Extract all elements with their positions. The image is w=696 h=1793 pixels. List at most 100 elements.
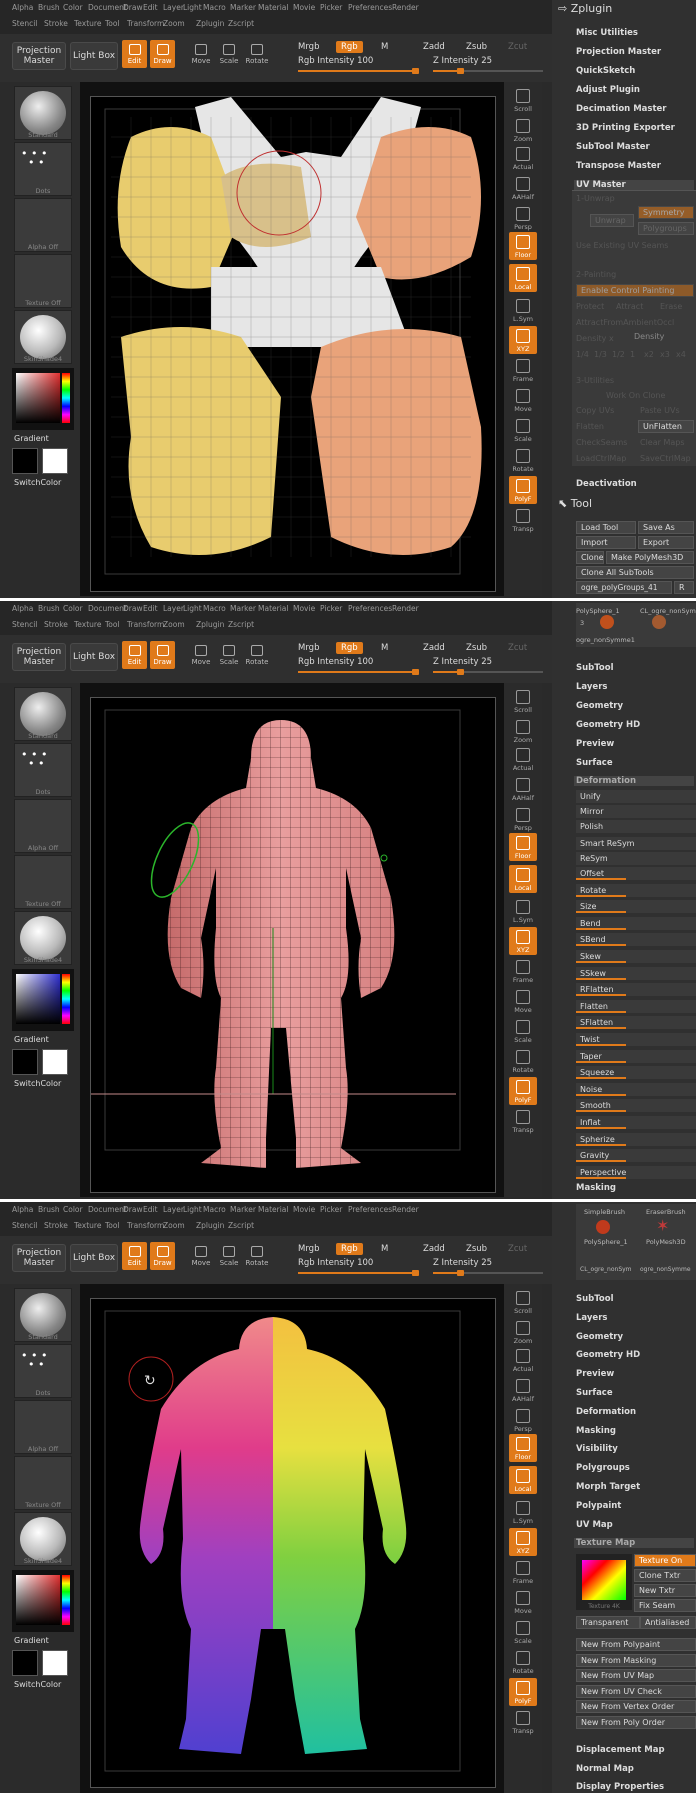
material-tile[interactable]: SkinShade4 — [14, 1512, 72, 1566]
density-x3[interactable]: x3 — [660, 350, 670, 359]
thumb-label[interactable]: EraserBrush — [646, 1208, 686, 1216]
shelf-persp[interactable]: Persp — [509, 1406, 537, 1434]
alpha-off-tile[interactable]: Alpha Off — [14, 1400, 72, 1454]
shelf-floor[interactable]: Floor — [509, 232, 537, 260]
document-area[interactable] — [90, 96, 496, 592]
copy-uvs-button[interactable]: Copy UVs — [576, 406, 614, 415]
menu-item[interactable]: Movie — [293, 604, 315, 613]
deform-slider-twist[interactable]: Twist — [576, 1033, 696, 1046]
z-intensity-slider-knob[interactable] — [456, 1270, 464, 1276]
deform-slider-skew[interactable]: Skew — [576, 950, 696, 963]
menu-item[interactable]: Picker — [320, 604, 342, 613]
density-x4[interactable]: x4 — [676, 350, 686, 359]
shelf-actual[interactable]: Actual — [509, 1346, 537, 1374]
clone-button[interactable]: Clone — [576, 551, 604, 564]
projection-master-button[interactable]: Projection Master — [12, 643, 66, 671]
menu-item[interactable]: Marker — [230, 604, 256, 613]
main-color-swatch[interactable] — [12, 1650, 38, 1676]
menu-item[interactable]: Transform — [127, 19, 164, 28]
menu-item[interactable]: Alpha — [12, 3, 33, 12]
shelf-aahalf[interactable]: AAHalf — [509, 1376, 537, 1404]
export-button[interactable]: Export — [638, 536, 694, 549]
edit-button[interactable]: Edit — [122, 40, 147, 68]
texture-map-header[interactable]: Texture Map — [574, 1538, 694, 1548]
density-one[interactable]: 1 — [630, 350, 635, 359]
zsub-toggle[interactable]: Zsub — [466, 1244, 487, 1254]
deform-slider-rflatten[interactable]: RFlatten — [576, 983, 696, 997]
shelf-xyz[interactable]: XYZ — [509, 927, 537, 955]
menu-item[interactable]: Light — [183, 1205, 202, 1214]
shelf-polyf[interactable]: PolyF — [509, 1678, 537, 1706]
z-intensity-slider[interactable] — [433, 1270, 543, 1276]
thumb-label[interactable]: CL_ogre_nonSym — [640, 607, 696, 615]
shelf-l-sym[interactable]: L.Sym — [509, 897, 537, 925]
uv-master-item[interactable]: UV Master — [574, 180, 694, 190]
hue-strip[interactable] — [62, 1575, 70, 1625]
menu-item[interactable]: Draw — [123, 1205, 143, 1214]
uv-map-item[interactable]: UV Map — [576, 1520, 613, 1530]
menu-item[interactable]: Draw — [123, 604, 143, 613]
display-properties-item[interactable]: Display Properties — [576, 1782, 664, 1792]
z-intensity-slider[interactable] — [433, 68, 543, 74]
menu-item[interactable]: Color — [63, 604, 83, 613]
rgb-intensity-slider-knob[interactable] — [412, 68, 419, 74]
paste-uvs-button[interactable]: Paste UVs — [640, 406, 680, 415]
new-txtr-button[interactable]: New Txtr — [634, 1584, 696, 1597]
draw-button[interactable]: Draw — [150, 641, 175, 669]
menu-item[interactable]: Tool — [105, 19, 120, 28]
rgb-toggle[interactable]: Rgb — [336, 41, 363, 53]
shelf-xyz[interactable]: XYZ — [509, 326, 537, 354]
menu-item[interactable]: Render — [392, 1205, 419, 1214]
menu-item[interactable]: Macro — [203, 1205, 226, 1214]
erase-button[interactable]: Erase — [660, 302, 682, 311]
deform-slider-bend[interactable]: Bend — [576, 916, 696, 930]
alpha-off-tile[interactable]: Alpha Off — [14, 799, 72, 853]
shelf-actual[interactable]: Actual — [509, 144, 537, 172]
clone-all-subtools-button[interactable]: Clone All SubTools — [576, 566, 694, 579]
normal-map-item[interactable]: Normal Map — [576, 1764, 634, 1774]
menu-item[interactable]: Light — [183, 604, 202, 613]
protect-button[interactable]: Protect — [576, 302, 604, 311]
fix-seam-button[interactable]: Fix Seam — [634, 1599, 696, 1612]
menu-item[interactable]: Material — [258, 604, 288, 613]
standard-brush-tile[interactable]: Standard — [14, 687, 72, 741]
import-button[interactable]: Import — [576, 536, 636, 549]
gradient-label[interactable]: Gradient — [14, 1035, 49, 1044]
menu-item[interactable]: Stroke — [44, 1221, 68, 1230]
gradient-label[interactable]: Gradient — [14, 434, 49, 443]
texture-thumbnail[interactable]: Texture 4K — [576, 1554, 632, 1610]
shelf-persp[interactable]: Persp — [509, 805, 537, 833]
menu-item[interactable]: Tool — [105, 1221, 120, 1230]
menu-item[interactable]: Transform — [127, 1221, 164, 1230]
deform-slider-size[interactable]: Size — [576, 900, 696, 914]
move-button[interactable]: Move — [188, 40, 214, 68]
plugin-item[interactable]: Transpose Master — [576, 161, 661, 171]
shelf-frame[interactable]: Frame — [509, 356, 537, 384]
menu-item[interactable]: Zscript — [228, 19, 254, 28]
attract-ambient[interactable]: AttractFromAmbientOccl — [576, 318, 674, 327]
enable-control-painting[interactable]: Enable Control Painting — [576, 284, 694, 297]
zcut-toggle[interactable]: Zcut — [508, 1244, 527, 1254]
rgb-intensity-slider[interactable] — [298, 669, 419, 675]
menu-item[interactable]: Picker — [320, 1205, 342, 1214]
shelf-zoom[interactable]: Zoom — [509, 717, 537, 745]
switchcolor-button[interactable]: SwitchColor — [14, 1680, 61, 1689]
menu-item[interactable]: Stroke — [44, 19, 68, 28]
menu-item[interactable]: Brush — [38, 3, 60, 12]
color-square[interactable] — [16, 974, 60, 1024]
layers-item[interactable]: Layers — [576, 682, 607, 692]
hue-strip[interactable] — [62, 373, 70, 423]
texture-off-tile[interactable]: Texture Off — [14, 254, 72, 308]
rgb-toggle[interactable]: Rgb — [336, 1243, 363, 1255]
symmetry-toggle[interactable]: Symmetry — [638, 206, 694, 219]
menu-item[interactable]: Alpha — [12, 1205, 33, 1214]
menu-item[interactable]: Document — [88, 3, 127, 12]
tool-header[interactable]: ⬉ Tool — [558, 497, 696, 515]
edit-button[interactable]: Edit — [122, 641, 147, 669]
m-toggle[interactable]: M — [381, 42, 388, 52]
move-button[interactable]: Move — [188, 641, 214, 669]
displacement-map-item[interactable]: Displacement Map — [576, 1745, 665, 1755]
new-from-uv-check-button[interactable]: New From UV Check — [576, 1684, 696, 1698]
hue-strip[interactable] — [62, 974, 70, 1024]
deform-slider-rotate[interactable]: Rotate — [576, 883, 696, 897]
